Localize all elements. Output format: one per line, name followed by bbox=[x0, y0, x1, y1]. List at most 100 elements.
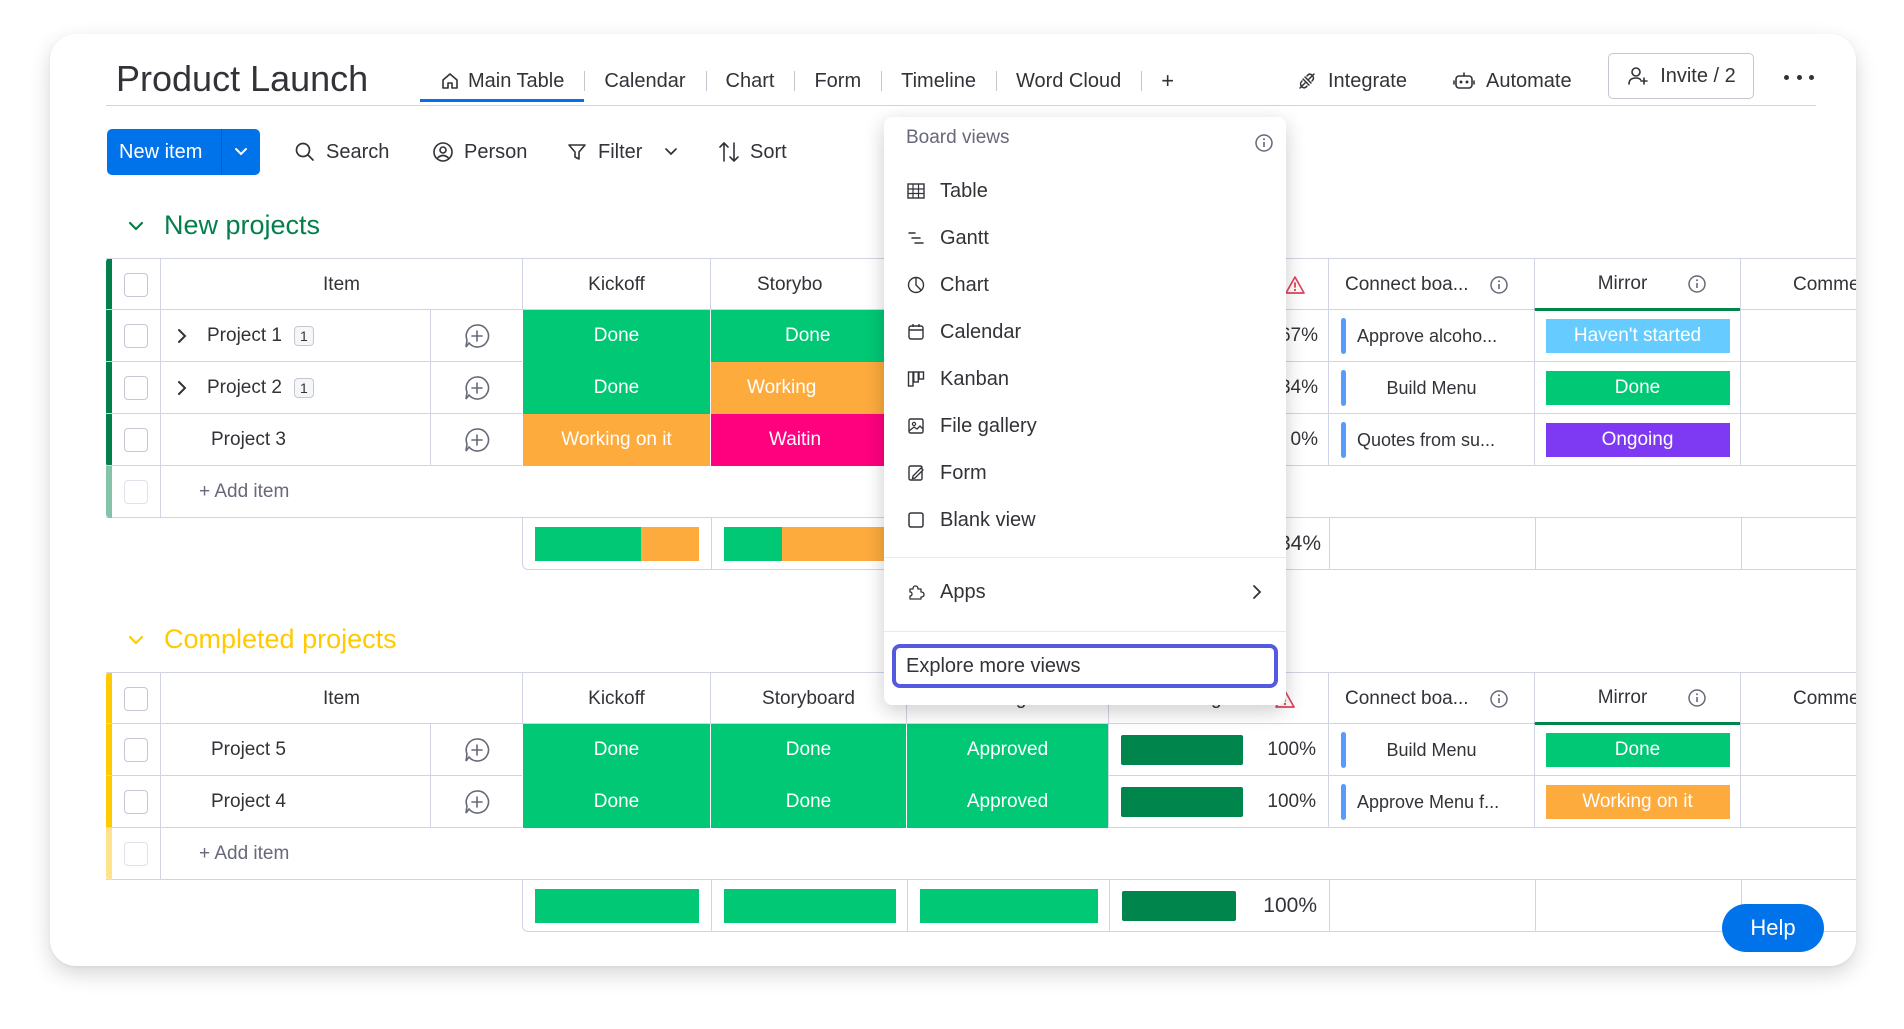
row-checkbox[interactable] bbox=[124, 428, 148, 452]
add-update-icon[interactable] bbox=[464, 737, 490, 763]
mirror-cell[interactable]: Working on it bbox=[1534, 776, 1740, 828]
chevron-down-icon[interactable] bbox=[664, 147, 678, 157]
item-name[interactable]: Project 4 bbox=[211, 791, 286, 813]
item-name[interactable]: Project 3 bbox=[211, 429, 286, 451]
menu-item-file-gallery[interactable]: File gallery bbox=[906, 406, 1037, 446]
new-item-button[interactable]: New item bbox=[107, 129, 260, 175]
item-updates-cell[interactable] bbox=[430, 776, 522, 828]
sort-button[interactable]: Sort bbox=[718, 129, 787, 175]
chevron-right-icon[interactable] bbox=[177, 328, 187, 344]
kickoff-summary[interactable] bbox=[523, 518, 711, 570]
item-updates-cell[interactable] bbox=[430, 310, 522, 362]
linked-item[interactable]: Build Menu bbox=[1386, 740, 1476, 761]
column-header-comments[interactable]: Commer bbox=[1740, 673, 1856, 725]
kickoff-summary[interactable] bbox=[523, 880, 711, 932]
item-name[interactable]: Project 1 bbox=[207, 325, 282, 347]
tab-chart[interactable]: Chart bbox=[705, 60, 795, 102]
connect-boards-cell[interactable]: Approve Menu f... bbox=[1328, 776, 1534, 828]
info-icon[interactable] bbox=[1489, 689, 1509, 709]
add-view-button[interactable]: + bbox=[1141, 60, 1194, 102]
comments-cell[interactable] bbox=[1740, 310, 1856, 362]
linked-item[interactable]: Build Menu bbox=[1386, 378, 1476, 399]
mirror-cell[interactable]: Ongoing bbox=[1534, 414, 1740, 466]
column-header-kickoff[interactable]: Kickoff bbox=[522, 259, 710, 311]
comments-cell[interactable] bbox=[1740, 414, 1856, 466]
status-cell-kickoff[interactable]: Done bbox=[522, 362, 710, 414]
tab-word-cloud[interactable]: Word Cloud bbox=[995, 60, 1141, 102]
chevron-down-icon[interactable] bbox=[128, 220, 144, 232]
add-update-icon[interactable] bbox=[464, 375, 490, 401]
invite-button[interactable]: Invite / 2 bbox=[1608, 53, 1754, 99]
column-header-item[interactable]: Item bbox=[160, 673, 522, 725]
column-header-storyboard[interactable]: Storybo bbox=[710, 259, 910, 311]
info-icon[interactable] bbox=[1489, 275, 1509, 295]
column-header-mirror[interactable]: Mirror bbox=[1534, 673, 1740, 725]
explore-more-views-button[interactable]: Explore more views bbox=[892, 644, 1278, 688]
storyboard-summary[interactable] bbox=[711, 880, 907, 932]
menu-item-form[interactable]: Form bbox=[906, 453, 987, 493]
item-cell[interactable]: Project 4 bbox=[160, 776, 430, 828]
add-item-row[interactable]: + Add item bbox=[106, 828, 1856, 880]
status-cell-kickoff[interactable]: Done bbox=[522, 724, 710, 776]
row-checkbox[interactable] bbox=[124, 324, 148, 348]
subitem-count[interactable]: 1 bbox=[293, 326, 314, 346]
tab-calendar[interactable]: Calendar bbox=[584, 60, 705, 102]
select-all-checkbox[interactable] bbox=[124, 273, 148, 297]
select-all-checkbox[interactable] bbox=[124, 687, 148, 711]
add-item-input[interactable]: + Add item bbox=[160, 828, 1856, 880]
mirror-cell[interactable]: Done bbox=[1534, 724, 1740, 776]
chevron-down-icon[interactable] bbox=[128, 634, 144, 646]
menu-item-gantt[interactable]: Gantt bbox=[906, 218, 989, 258]
menu-item-calendar[interactable]: Calendar bbox=[906, 312, 1021, 352]
add-update-icon[interactable] bbox=[464, 789, 490, 815]
group-title[interactable]: New projects bbox=[164, 210, 320, 241]
item-updates-cell[interactable] bbox=[430, 414, 522, 466]
info-icon[interactable] bbox=[1687, 688, 1707, 708]
row-checkbox[interactable] bbox=[124, 376, 148, 400]
column-header-mirror[interactable]: Mirror bbox=[1534, 259, 1740, 311]
info-icon[interactable] bbox=[1254, 133, 1274, 153]
item-cell[interactable]: Project 3 bbox=[160, 414, 430, 466]
menu-item-table[interactable]: Table bbox=[906, 171, 988, 211]
status-cell-kickoff[interactable]: Working on it bbox=[522, 414, 710, 466]
status-cell-design[interactable]: Approved bbox=[906, 724, 1108, 776]
comments-cell[interactable] bbox=[1740, 724, 1856, 776]
item-updates-cell[interactable] bbox=[430, 724, 522, 776]
column-header-connect-boards[interactable]: Connect boa... bbox=[1328, 673, 1534, 725]
column-header-comments[interactable]: Commer bbox=[1740, 259, 1856, 311]
connect-boards-cell[interactable]: Build Menu bbox=[1328, 362, 1534, 414]
column-header-item[interactable]: Item bbox=[160, 259, 522, 311]
table-row[interactable]: Project 5 Done Done Approved 100% Build … bbox=[106, 724, 1856, 776]
tab-form[interactable]: Form bbox=[794, 60, 881, 102]
integrate-button[interactable]: Integrate bbox=[1296, 60, 1407, 102]
board-title[interactable]: Product Launch bbox=[116, 58, 368, 100]
menu-item-kanban[interactable]: Kanban bbox=[906, 359, 1009, 399]
info-icon[interactable] bbox=[1687, 274, 1707, 294]
filter-button[interactable]: Filter bbox=[566, 129, 688, 175]
search-button[interactable]: Search bbox=[294, 129, 389, 175]
connect-boards-cell[interactable]: Quotes from su... bbox=[1328, 414, 1534, 466]
subitem-count[interactable]: 1 bbox=[293, 378, 314, 398]
column-header-connect-boards[interactable]: Connect boa... bbox=[1328, 259, 1534, 311]
group-new-projects-header[interactable]: New projects bbox=[128, 210, 320, 241]
linked-item[interactable]: Quotes from su... bbox=[1357, 430, 1495, 451]
linked-item[interactable]: Approve alcoho... bbox=[1357, 326, 1497, 347]
item-updates-cell[interactable] bbox=[430, 362, 522, 414]
item-cell[interactable]: Project 2 1 bbox=[160, 362, 430, 414]
connect-boards-cell[interactable]: Approve alcoho... bbox=[1328, 310, 1534, 362]
tab-timeline[interactable]: Timeline bbox=[881, 60, 996, 102]
person-filter-button[interactable]: Person bbox=[432, 129, 527, 175]
mirror-cell[interactable]: Done bbox=[1534, 362, 1740, 414]
row-checkbox[interactable] bbox=[124, 738, 148, 762]
tab-main-table[interactable]: Main Table bbox=[420, 60, 585, 102]
item-name[interactable]: Project 2 bbox=[207, 377, 282, 399]
automate-button[interactable]: Automate bbox=[1452, 60, 1572, 102]
row-checkbox[interactable] bbox=[124, 790, 148, 814]
menu-item-chart[interactable]: Chart bbox=[906, 265, 989, 305]
status-cell-storyboard[interactable]: Done bbox=[710, 724, 906, 776]
menu-item-blank-view[interactable]: Blank view bbox=[906, 500, 1036, 540]
comments-cell[interactable] bbox=[1740, 362, 1856, 414]
status-cell-design[interactable]: Approved bbox=[906, 776, 1108, 828]
help-button[interactable]: Help bbox=[1722, 904, 1824, 952]
mirror-cell[interactable]: Haven't started bbox=[1534, 310, 1740, 362]
